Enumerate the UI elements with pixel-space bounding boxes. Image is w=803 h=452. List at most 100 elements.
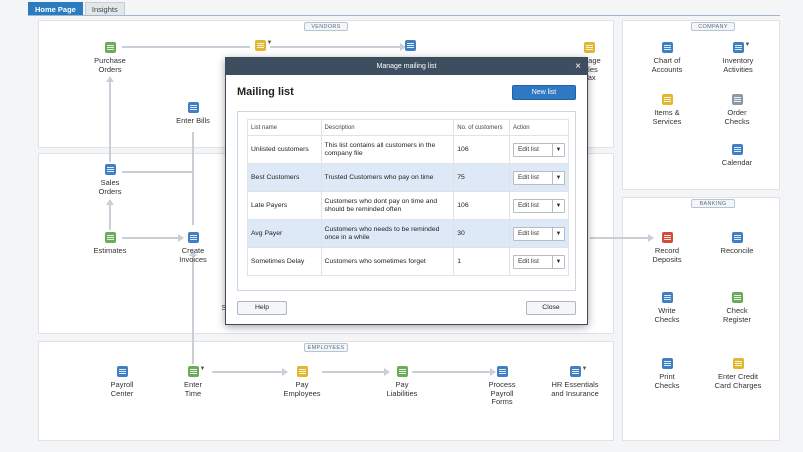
calendar-icon [731, 144, 743, 155]
table-row[interactable]: Late Payers Customers who dont pay on ti… [247, 191, 570, 220]
pay-employees-icon [296, 366, 308, 377]
edit-list-label: Edit list [517, 173, 539, 181]
table-row[interactable]: Avg Payer Customers who needs to be remi… [247, 219, 570, 248]
write-checks-icon [661, 292, 673, 303]
caret-down-icon: ▼ [199, 366, 206, 372]
chart-of-accounts-node[interactable]: Chart of Accounts [644, 42, 690, 74]
new-list-button[interactable]: New list [512, 85, 576, 100]
print-checks-icon [661, 358, 673, 369]
arrow-po-to-bills [122, 46, 250, 48]
arrow-head-po [106, 76, 114, 82]
record-deposits-node[interactable]: Record Deposits [644, 232, 690, 264]
list-name-cell: Late Payers [247, 191, 322, 220]
list-name-cell: Unlisted customers [247, 135, 322, 164]
hr-essentials-node[interactable]: ▼ HR Essentials and Insurance [546, 366, 604, 398]
edit-list-label: Edit list [517, 145, 539, 153]
sales-tax-icon [584, 42, 595, 53]
arrow-pay-to-liab [322, 371, 386, 373]
action-cell: Edit list ▼ [508, 135, 570, 164]
edit-list-dropdown[interactable]: Edit list ▼ [512, 142, 565, 157]
dropdown-arrow-icon[interactable]: ▼ [551, 143, 564, 156]
dropdown-arrow-icon[interactable]: ▼ [551, 199, 564, 212]
tab-underline [28, 15, 780, 16]
dropdown-arrow-icon[interactable]: ▼ [551, 227, 564, 240]
list-name-cell: Avg Payer [247, 219, 322, 248]
pay-bills-node[interactable] [402, 40, 418, 55]
description-cell: Customers who sometimes forget [320, 247, 455, 276]
order-checks-node[interactable]: Order Checks [714, 94, 760, 126]
pay-bills-icon [404, 40, 416, 51]
arrow-bills-to-invoices [192, 132, 194, 171]
inventory-activities-icon: ▼ [732, 42, 751, 53]
count-cell: 106 [453, 135, 510, 164]
mailing-list-table: List name Description No. of customers A… [247, 119, 570, 276]
arrow-time-to-pay [212, 371, 284, 373]
home-tabs: Home Page Insights [28, 2, 127, 16]
edit-list-dropdown[interactable]: Edit list ▼ [512, 226, 565, 241]
write-checks-node[interactable]: Write Checks [644, 292, 690, 324]
count-cell: 1 [453, 247, 510, 276]
dropdown-arrow-icon[interactable]: ▼ [551, 255, 564, 268]
arrow-head-so [106, 199, 114, 205]
calendar-node[interactable]: Calendar [714, 144, 760, 168]
record-deposits-icon [661, 232, 673, 243]
close-icon[interactable]: × [575, 58, 581, 75]
table-row[interactable]: Sometimes Delay Customers who sometimes … [247, 247, 570, 276]
dialog-title: Manage mailing list [376, 63, 437, 70]
estimates-node[interactable]: Estimates [84, 232, 136, 256]
enter-time-node[interactable]: ▼ Enter Time [176, 366, 210, 398]
description-cell: Trusted Customers who pay on time [320, 163, 455, 192]
edit-list-dropdown[interactable]: Edit list ▼ [512, 170, 565, 185]
purchase-orders-node[interactable]: Purchase Orders [86, 42, 134, 74]
process-payroll-forms-node[interactable]: Process Payroll Forms [480, 366, 524, 407]
pay-employees-node[interactable]: Pay Employees [278, 366, 326, 398]
process-payroll-forms-icon [496, 366, 508, 377]
pay-liabilities-icon [396, 366, 408, 377]
table-row[interactable]: Unlisted customers This list contains al… [247, 135, 570, 164]
print-checks-node[interactable]: Print Checks [644, 358, 690, 390]
payroll-center-node[interactable]: Payroll Center [98, 366, 146, 398]
edit-list-label: Edit list [517, 201, 539, 209]
payroll-center-icon [116, 366, 128, 377]
sales-orders-icon [104, 164, 116, 175]
vendors-section-label: VENDORS [304, 22, 348, 31]
description-cell: This list contains all customers in the … [320, 135, 455, 164]
manage-mailing-list-dialog: Manage mailing list × Mailing list New l… [225, 57, 588, 325]
edit-list-dropdown[interactable]: Edit list ▼ [512, 254, 565, 269]
tab-home-page[interactable]: Home Page [28, 2, 83, 16]
receive-inventory-icon: ▼ [254, 40, 273, 51]
enter-bills-node[interactable]: Enter Bills [170, 102, 216, 126]
enter-time-icon: ▼ [187, 366, 206, 377]
items-services-node[interactable]: Items & Services [644, 94, 690, 126]
create-invoices-node[interactable]: Create Invoices [170, 232, 216, 264]
caret-down-icon: ▼ [744, 42, 751, 48]
sales-orders-node[interactable]: Sales Orders [86, 164, 134, 196]
create-invoices-icon [187, 232, 199, 243]
edit-list-dropdown[interactable]: Edit list ▼ [512, 198, 565, 213]
table-header-row: List name Description No. of customers A… [247, 119, 570, 136]
employees-section-label: EMPLOYEES [304, 343, 348, 352]
reconcile-node[interactable]: Reconcile [712, 232, 762, 256]
tab-insights[interactable]: Insights [84, 2, 125, 16]
close-button[interactable]: Close [526, 301, 576, 315]
chart-of-accounts-icon [661, 42, 673, 53]
count-cell: 75 [453, 163, 510, 192]
pay-liabilities-node[interactable]: Pay Liabilities [380, 366, 424, 398]
enter-bills-icon [187, 102, 199, 113]
arrow-time-to-invoices [192, 254, 194, 364]
receive-inventory-node[interactable]: ▼ [252, 40, 273, 55]
edit-list-label: Edit list [517, 229, 539, 237]
description-cell: Customers who dont pay on time and shoul… [320, 191, 455, 220]
list-name-cell: Best Customers [247, 163, 322, 192]
order-checks-icon [731, 94, 743, 105]
table-row[interactable]: Best Customers Trusted Customers who pay… [247, 163, 570, 192]
check-register-node[interactable]: Check Register [712, 292, 762, 324]
dialog-heading: Mailing list [237, 86, 294, 98]
inventory-activities-node[interactable]: ▼ Inventory Activities [712, 42, 764, 74]
help-button[interactable]: Help [237, 301, 287, 315]
check-register-icon [731, 292, 743, 303]
dialog-titlebar: Manage mailing list × [226, 58, 587, 75]
column-header-description: Description [320, 119, 455, 136]
dropdown-arrow-icon[interactable]: ▼ [551, 171, 564, 184]
enter-credit-card-charges-node[interactable]: Enter Credit Card Charges [706, 358, 770, 390]
